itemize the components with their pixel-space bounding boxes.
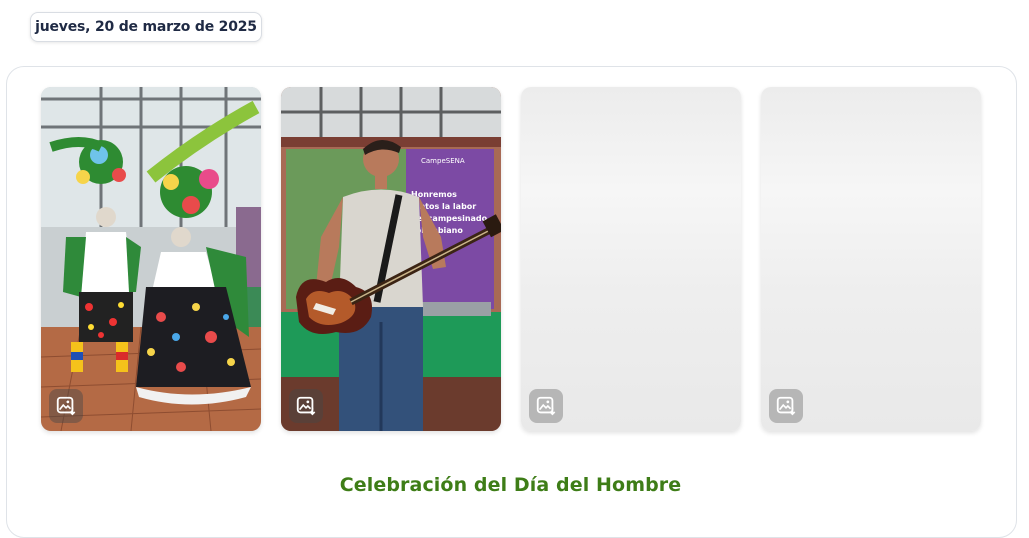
image-download-icon [536, 396, 556, 416]
image-download-button[interactable] [289, 389, 323, 423]
date-chip: jueves, 20 de marzo de 2025 [30, 12, 262, 42]
image-download-button[interactable] [769, 389, 803, 423]
event-title: Celebración del Día del Hombre [339, 474, 682, 496]
poster-brand: CampeSENA [421, 157, 465, 165]
image-download-icon [56, 396, 76, 416]
gallery-photo-2[interactable]: CampeSENA Honremos juntos la labor del c… [281, 87, 501, 431]
gallery-photo-3-placeholder[interactable] [521, 87, 741, 431]
image-download-button[interactable] [49, 389, 83, 423]
gallery-photo-1[interactable] [41, 87, 261, 431]
image-download-icon [296, 396, 316, 416]
gallery-photo-4-placeholder[interactable] [761, 87, 981, 431]
image-download-button[interactable] [529, 389, 563, 423]
image-download-icon [776, 396, 796, 416]
dancers-photo [41, 87, 261, 431]
bass-player-photo: CampeSENA Honremos juntos la labor del c… [281, 87, 501, 431]
